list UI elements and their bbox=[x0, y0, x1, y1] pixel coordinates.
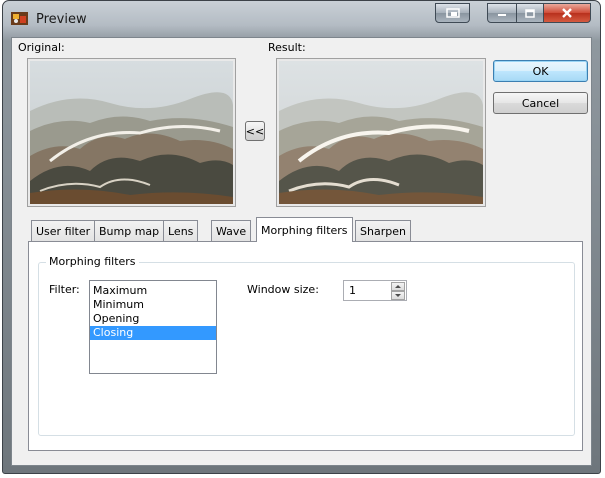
result-label: Result: bbox=[268, 41, 306, 54]
arrow-down-icon bbox=[395, 294, 401, 297]
dialog-client-area: Original: Result: << OK Cancel User filt… bbox=[11, 37, 592, 466]
maximize-icon bbox=[525, 8, 535, 18]
list-item[interactable]: Minimum bbox=[90, 298, 216, 312]
tab-bump-map[interactable]: Bump map bbox=[94, 220, 165, 241]
result-image bbox=[276, 58, 486, 207]
arrow-up-icon bbox=[395, 285, 401, 288]
morphing-filters-panel: Morphing filters Filter: Maximum Minimum… bbox=[28, 241, 583, 451]
preview-window: Preview Original: Result: << OK Cancel U… bbox=[2, 0, 601, 474]
minimize-button[interactable] bbox=[487, 3, 517, 23]
filter-label: Filter: bbox=[49, 283, 80, 296]
maximize-button[interactable] bbox=[516, 3, 544, 23]
list-item-selected[interactable]: Closing bbox=[90, 326, 216, 340]
minimize-icon bbox=[498, 14, 506, 16]
app-icon bbox=[11, 12, 28, 25]
window-size-value[interactable]: 1 bbox=[349, 284, 356, 297]
tab-morphing-filters[interactable]: Morphing filters bbox=[256, 217, 353, 242]
close-icon bbox=[562, 8, 572, 18]
original-label: Original: bbox=[18, 41, 65, 54]
filter-listbox[interactable]: Maximum Minimum Opening Closing bbox=[89, 280, 217, 374]
list-item[interactable]: Maximum bbox=[90, 284, 216, 298]
ok-button[interactable]: OK bbox=[493, 60, 588, 82]
original-image bbox=[27, 58, 236, 207]
list-item[interactable]: Opening bbox=[90, 312, 216, 326]
window-icon bbox=[445, 8, 460, 18]
spin-down-button[interactable] bbox=[391, 291, 405, 300]
window-size-label: Window size: bbox=[247, 283, 319, 296]
title-bar[interactable]: Preview bbox=[3, 1, 600, 37]
tab-user-filter[interactable]: User filter bbox=[31, 220, 96, 241]
tab-wave[interactable]: Wave bbox=[211, 220, 252, 241]
tab-sharpen[interactable]: Sharpen bbox=[355, 220, 411, 241]
cancel-button[interactable]: Cancel bbox=[493, 92, 588, 114]
tab-lens[interactable]: Lens bbox=[163, 220, 199, 241]
copy-result-button[interactable]: << bbox=[245, 121, 265, 141]
window-size-spinner[interactable]: 1 bbox=[343, 280, 407, 301]
extra-titlebar-button[interactable] bbox=[435, 3, 470, 23]
close-button[interactable] bbox=[543, 3, 591, 23]
window-title: Preview bbox=[36, 12, 87, 27]
spin-up-button[interactable] bbox=[391, 282, 405, 291]
group-title: Morphing filters bbox=[46, 255, 139, 268]
